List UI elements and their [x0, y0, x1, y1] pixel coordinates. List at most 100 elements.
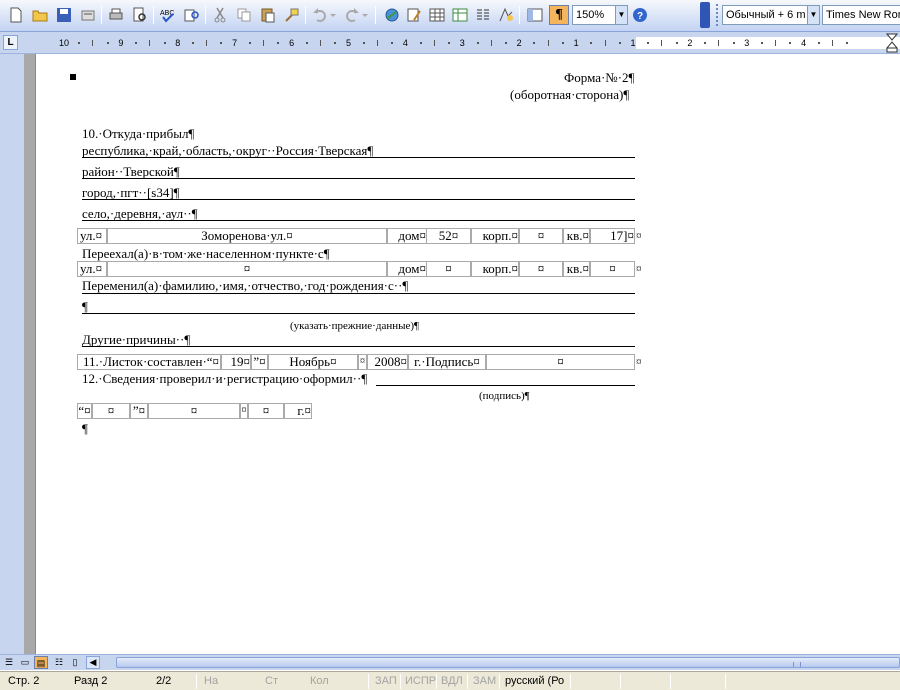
year-value[interactable]: 2008¤: [367, 354, 408, 370]
ruler-tick: [277, 42, 280, 44]
block2-label: корп.¤: [471, 261, 519, 277]
indent-marker-icon[interactable]: [886, 33, 898, 53]
chevron-down-icon: ▼: [807, 6, 819, 24]
outline-view-icon[interactable]: ☷: [52, 656, 66, 669]
block-value[interactable]: ¤: [519, 228, 563, 244]
print-layout-icon[interactable]: ▤: [34, 656, 48, 669]
status-bar: Стр. 2 Разд 2 2/2 На Ст Кол ЗАП ИСПР ВДЛ…: [0, 671, 900, 690]
ruler-tick: [789, 42, 792, 44]
signature-value[interactable]: ¤: [486, 354, 635, 370]
apt2-value[interactable]: ¤: [590, 261, 635, 277]
reading-view-icon[interactable]: ▯: [68, 656, 82, 669]
toolbar-options-icon[interactable]: [700, 2, 710, 28]
document-page[interactable]: Форма·№·2¶ (оборотная·сторона)¶ 10.·Отку…: [36, 54, 900, 654]
show-formatting-icon[interactable]: ¶: [549, 5, 569, 25]
scroll-left-icon[interactable]: ◀: [86, 656, 100, 669]
save-icon[interactable]: [54, 5, 74, 25]
house-value[interactable]: 52¤: [426, 228, 471, 244]
ruler-number: 1: [630, 38, 636, 48]
street2-value[interactable]: ¤: [107, 261, 387, 277]
ruler-tick: [92, 40, 94, 46]
redo-icon[interactable]: [342, 5, 362, 25]
ruler-tick: [192, 42, 195, 44]
house2-label: дом¤: [387, 261, 426, 277]
block2-value[interactable]: ¤: [519, 261, 563, 277]
ruler-number: 2: [516, 38, 522, 48]
street-label: ул.¤: [77, 228, 107, 244]
drawing-toolbar-icon[interactable]: [496, 5, 516, 25]
ruler-tick: [618, 42, 621, 44]
columns-icon[interactable]: [473, 5, 493, 25]
sheet-made-label: 11.·Листок·составлен·“¤: [77, 354, 221, 370]
ruler-tick: [704, 42, 707, 44]
house2-value[interactable]: ¤: [426, 261, 471, 277]
spelling-icon[interactable]: ABC: [158, 5, 178, 25]
tab-selector[interactable]: L: [3, 35, 18, 50]
status-rec[interactable]: ЗАП: [375, 675, 397, 687]
ruler-number: 8: [175, 38, 181, 48]
table-icon[interactable]: [427, 5, 447, 25]
date-year[interactable]: ¤: [248, 403, 284, 419]
help-icon[interactable]: ?: [630, 5, 650, 25]
print-icon[interactable]: [106, 5, 126, 25]
date-open-quote: “¤: [77, 403, 92, 419]
signature-note: (подпись)¶: [479, 390, 530, 402]
ruler-tick: [106, 42, 109, 44]
apt2-label: кв.¤: [563, 261, 590, 277]
zoom-select[interactable]: 150% ▼: [572, 5, 628, 25]
street-value[interactable]: Зоморенова·ул.¤: [107, 228, 387, 244]
print-preview-icon[interactable]: [130, 5, 150, 25]
new-icon[interactable]: [6, 5, 26, 25]
previous-data-note: (указать·прежние·данные)¶: [290, 320, 420, 332]
style-select[interactable]: Обычный + 6 m ▼: [722, 5, 820, 25]
status-track[interactable]: ИСПР: [405, 675, 436, 687]
date-day[interactable]: ¤: [92, 403, 130, 419]
date-month[interactable]: ¤: [148, 403, 240, 419]
apt-value[interactable]: 17]¤: [590, 228, 635, 244]
ruler-tick: [391, 42, 394, 44]
font-value: Times New Rom: [826, 9, 900, 21]
ruler-tick: [604, 40, 606, 46]
section-10-title: 10.·Откуда·прибыл¶: [82, 126, 195, 141]
ruler-tick: [476, 42, 479, 44]
status-extend[interactable]: ВДЛ: [441, 675, 463, 687]
apt-label: кв.¤: [563, 228, 590, 244]
font-select[interactable]: Times New Rom: [822, 5, 900, 25]
horizontal-scrollbar[interactable]: ☰ ▭ ▤ ☷ ▯ ◀: [0, 654, 900, 670]
block-label: корп.¤: [471, 228, 519, 244]
status-at: На: [204, 675, 219, 687]
permissions-icon[interactable]: [78, 5, 98, 25]
cut-icon[interactable]: [210, 5, 230, 25]
scroll-thumb[interactable]: [116, 657, 900, 668]
back-side-label: (оборотная·сторона)¶: [510, 87, 630, 102]
document-map-icon[interactable]: [525, 5, 545, 25]
web-view-icon[interactable]: ▭: [18, 656, 32, 669]
ruler-tick: [163, 42, 166, 44]
paste-icon[interactable]: [258, 5, 278, 25]
svg-text:?: ?: [637, 11, 643, 22]
format-painter-icon[interactable]: [282, 5, 302, 25]
undo-dropdown-icon[interactable]: [328, 5, 338, 25]
insert-excel-icon[interactable]: [450, 5, 470, 25]
undo-icon[interactable]: [310, 5, 330, 25]
ruler-tick: [135, 42, 138, 44]
open-icon[interactable]: [30, 5, 50, 25]
redo-dropdown-icon[interactable]: [360, 5, 370, 25]
month-value[interactable]: Ноябрь¤: [268, 354, 358, 370]
changed-name-line: Переменил(а)·фамилию,·имя,·отчество,·год…: [82, 278, 409, 293]
ruler-number: 3: [744, 38, 750, 48]
research-icon[interactable]: [182, 5, 202, 25]
copy-icon[interactable]: [234, 5, 254, 25]
status-overtype[interactable]: ЗАМ: [473, 675, 496, 687]
status-language[interactable]: русский (Ро: [505, 675, 564, 687]
normal-view-icon[interactable]: ☰: [2, 656, 16, 669]
drawing-icon[interactable]: [404, 5, 424, 25]
ruler-tick: [206, 40, 208, 46]
hyperlink-icon[interactable]: [382, 5, 402, 25]
day-value[interactable]: 19¤: [221, 354, 251, 370]
ruler-tick: [761, 42, 764, 44]
ruler-bar: L 10 9 8 7 6 5 4 3 2 1 1 2 3 4: [0, 32, 900, 54]
horizontal-ruler[interactable]: 10 9 8 7 6 5 4 3 2 1 1 2 3 4: [36, 37, 900, 49]
ruler-tick: [305, 42, 308, 44]
ruler-tick: [718, 40, 720, 46]
